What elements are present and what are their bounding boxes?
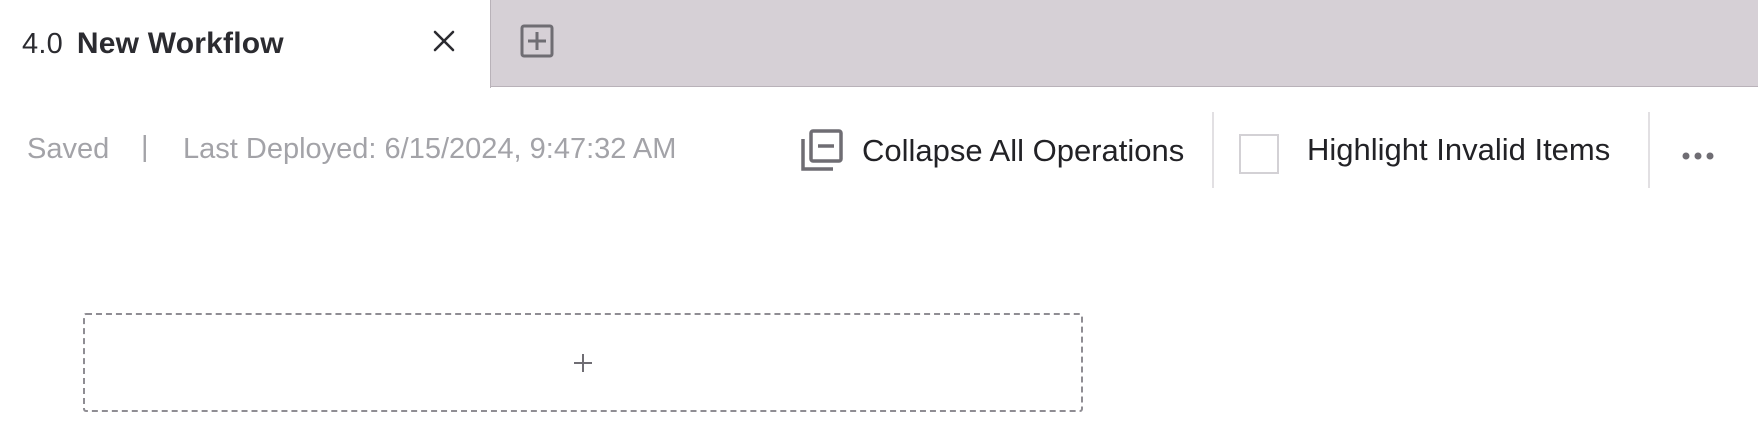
toolbar-divider	[1648, 112, 1650, 188]
last-deployed-status: Last Deployed: 6/15/2024, 9:47:32 AM	[183, 133, 677, 165]
add-operation-dropzone[interactable]	[83, 313, 1083, 412]
toolbar-divider	[1212, 112, 1214, 188]
workflow-toolbar: Saved | Last Deployed: 6/15/2024, 9:47:3…	[0, 88, 1758, 216]
highlight-invalid-label[interactable]: Highlight Invalid Items	[1307, 132, 1610, 168]
collapse-all-label: Collapse All Operations	[862, 133, 1185, 168]
saved-status: Saved	[27, 133, 110, 165]
tab-version: 4.0	[22, 27, 63, 60]
tab-title: New Workflow	[76, 27, 284, 60]
collapse-all-operations-button[interactable]: Collapse All Operations	[798, 116, 1184, 186]
plus-icon	[574, 353, 592, 372]
tab-bar: 4.0 New Workflow	[0, 0, 1758, 88]
tab-new-workflow[interactable]: 4.0 New Workflow	[0, 0, 491, 88]
collapse-all-icon	[801, 129, 843, 171]
more-options-icon[interactable]	[1678, 146, 1718, 166]
status-separator: |	[141, 131, 149, 163]
close-icon[interactable]	[430, 27, 458, 55]
add-tab-icon[interactable]	[519, 23, 555, 59]
highlight-invalid-checkbox[interactable]	[1239, 134, 1279, 174]
